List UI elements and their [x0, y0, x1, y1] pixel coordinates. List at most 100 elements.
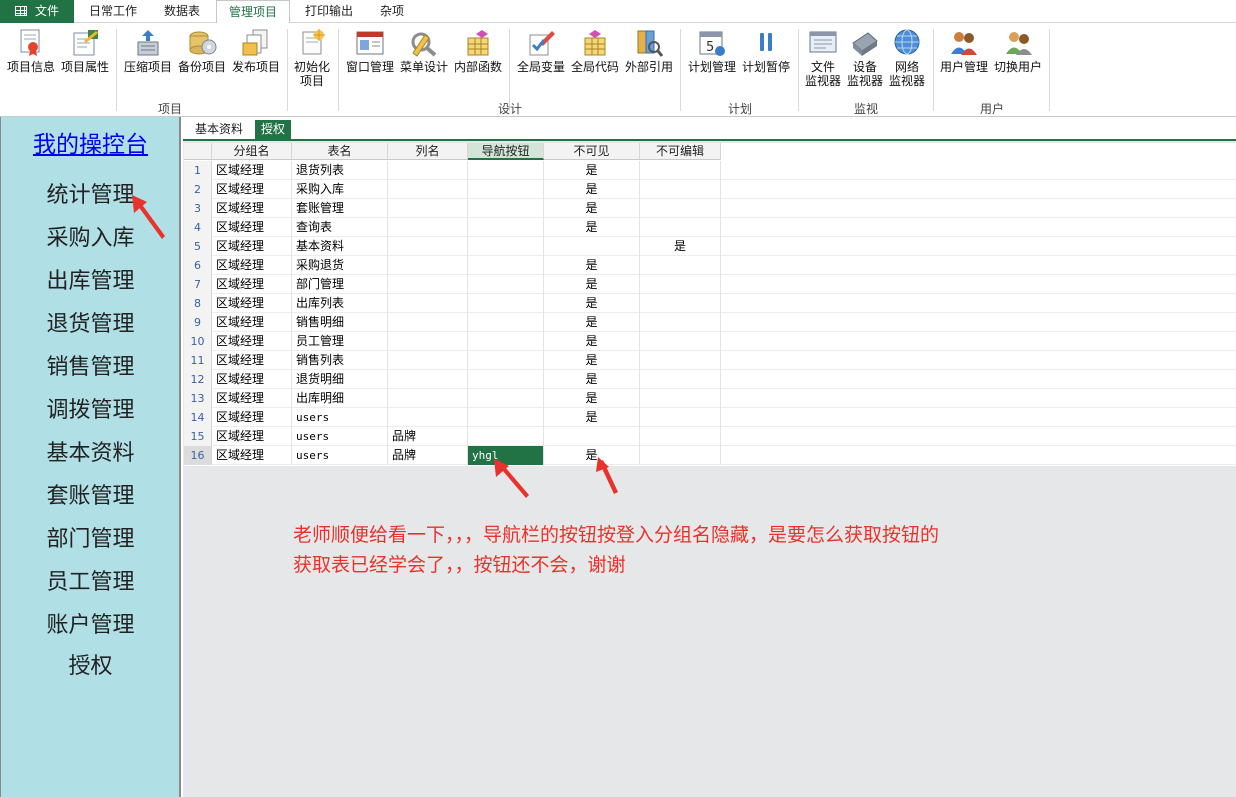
column-header-column[interactable]: 列名 — [388, 143, 468, 160]
project-props-button[interactable]: 项目属性 — [58, 29, 112, 74]
sidebar-item-sales[interactable]: 销售管理 — [1, 349, 180, 381]
publish-project-button[interactable]: 发布项目 — [229, 29, 283, 74]
table-cell[interactable]: 销售列表 — [292, 351, 388, 370]
readonly-cell[interactable] — [640, 389, 721, 408]
network-monitor-button[interactable]: 网络 监视器 — [886, 29, 928, 88]
hidden-cell[interactable]: 是 — [544, 161, 640, 180]
table-cell[interactable]: users — [292, 446, 388, 465]
group-cell[interactable]: 区域经理 — [212, 218, 292, 237]
table-cell[interactable]: 基本资料 — [292, 237, 388, 256]
table-cell[interactable]: 部门管理 — [292, 275, 388, 294]
readonly-cell[interactable] — [640, 408, 721, 427]
column-cell[interactable] — [388, 332, 468, 351]
nav-button-cell[interactable] — [468, 218, 544, 237]
row-number[interactable]: 11 — [184, 351, 212, 370]
row-number[interactable]: 2 — [184, 180, 212, 199]
nav-button-cell[interactable] — [468, 275, 544, 294]
file-monitor-button[interactable]: 文件 监视器 — [802, 29, 844, 88]
readonly-cell[interactable] — [640, 351, 721, 370]
sidebar-item-department[interactable]: 部门管理 — [1, 521, 180, 553]
table-row[interactable]: 12 区域经理 退货明细 是 — [184, 370, 1236, 389]
console-title-link[interactable]: 我的操控台 — [1, 125, 180, 159]
sidebar-item-employee[interactable]: 员工管理 — [1, 564, 180, 596]
row-number[interactable]: 3 — [184, 199, 212, 218]
column-header-nav-button[interactable]: 导航按钮 — [468, 143, 544, 160]
row-number[interactable]: 10 — [184, 332, 212, 351]
column-header-hidden[interactable]: 不可见 — [544, 143, 640, 160]
tab-misc[interactable]: 杂项 — [368, 0, 416, 23]
table-cell[interactable]: 套账管理 — [292, 199, 388, 218]
hidden-cell[interactable]: 是 — [544, 275, 640, 294]
project-info-button[interactable]: 项目信息 — [4, 29, 58, 74]
row-number[interactable]: 5 — [184, 237, 212, 256]
table-cell[interactable]: 出库明细 — [292, 389, 388, 408]
group-cell[interactable]: 区域经理 — [212, 332, 292, 351]
nav-button-cell[interactable] — [468, 408, 544, 427]
nav-button-cell[interactable] — [468, 237, 544, 256]
readonly-cell[interactable] — [640, 313, 721, 332]
table-row[interactable]: 11 区域经理 销售列表 是 — [184, 351, 1236, 370]
hidden-cell[interactable]: 是 — [544, 180, 640, 199]
nav-button-cell[interactable] — [468, 351, 544, 370]
table-cell[interactable]: 销售明细 — [292, 313, 388, 332]
column-cell[interactable] — [388, 275, 468, 294]
group-cell[interactable]: 区域经理 — [212, 275, 292, 294]
hidden-cell[interactable]: 是 — [544, 408, 640, 427]
hidden-cell[interactable]: 是 — [544, 199, 640, 218]
table-row[interactable]: 3 区域经理 套账管理 是 — [184, 199, 1236, 218]
backup-project-button[interactable]: 备份项目 — [175, 29, 229, 74]
sidebar-item-transfer[interactable]: 调拨管理 — [1, 392, 180, 424]
hidden-cell[interactable]: 是 — [544, 218, 640, 237]
group-cell[interactable]: 区域经理 — [212, 313, 292, 332]
menu-design-button[interactable]: 菜单设计 — [397, 29, 451, 74]
tab-basic-data[interactable]: 基本资料 — [189, 120, 249, 139]
nav-button-cell[interactable] — [468, 427, 544, 446]
table-row[interactable]: 5 区域经理 基本资料 是 — [184, 237, 1236, 256]
table-cell[interactable]: 员工管理 — [292, 332, 388, 351]
nav-button-cell[interactable] — [468, 313, 544, 332]
group-cell[interactable]: 区域经理 — [212, 180, 292, 199]
group-cell[interactable]: 区域经理 — [212, 370, 292, 389]
sidebar-item-account[interactable]: 账户管理 — [1, 607, 180, 639]
hidden-cell[interactable]: 是 — [544, 256, 640, 275]
sidebar-item-account-set[interactable]: 套账管理 — [1, 478, 180, 510]
group-cell[interactable]: 区域经理 — [212, 408, 292, 427]
table-cell[interactable]: 退货列表 — [292, 161, 388, 180]
init-project-button[interactable]: 初始化 项目 — [290, 29, 334, 88]
device-monitor-button[interactable]: 设备 监视器 — [844, 29, 886, 88]
table-row[interactable]: 4 区域经理 查询表 是 — [184, 218, 1236, 237]
table-row[interactable]: 16 区域经理 users 品牌 yhgl 是 — [184, 446, 1236, 465]
readonly-cell[interactable] — [640, 161, 721, 180]
group-cell[interactable]: 区域经理 — [212, 199, 292, 218]
tab-file[interactable]: 文件 — [0, 0, 74, 23]
column-cell[interactable] — [388, 161, 468, 180]
table-row[interactable]: 7 区域经理 部门管理 是 — [184, 275, 1236, 294]
row-number[interactable]: 7 — [184, 275, 212, 294]
column-cell[interactable] — [388, 256, 468, 275]
nav-button-cell[interactable] — [468, 294, 544, 313]
table-cell[interactable]: users — [292, 427, 388, 446]
group-cell[interactable]: 区域经理 — [212, 351, 292, 370]
column-cell[interactable] — [388, 199, 468, 218]
table-cell[interactable]: users — [292, 408, 388, 427]
group-cell[interactable]: 区域经理 — [212, 237, 292, 256]
table-cell[interactable]: 查询表 — [292, 218, 388, 237]
table-cell[interactable]: 采购退货 — [292, 256, 388, 275]
table-row[interactable]: 8 区域经理 出库列表 是 — [184, 294, 1236, 313]
column-cell[interactable]: 品牌 — [388, 427, 468, 446]
hidden-cell[interactable] — [544, 427, 640, 446]
column-header-group[interactable]: 分组名 — [212, 143, 292, 160]
row-number[interactable]: 15 — [184, 427, 212, 446]
tab-print-output[interactable]: 打印输出 — [296, 0, 362, 23]
group-cell[interactable]: 区域经理 — [212, 256, 292, 275]
tab-data-table[interactable]: 数据表 — [152, 0, 212, 23]
table-row[interactable]: 10 区域经理 员工管理 是 — [184, 332, 1236, 351]
table-cell[interactable]: 退货明细 — [292, 370, 388, 389]
table-row[interactable]: 1 区域经理 退货列表 是 — [184, 161, 1236, 180]
hidden-cell[interactable]: 是 — [544, 294, 640, 313]
table-cell[interactable]: 出库列表 — [292, 294, 388, 313]
tab-manage-project[interactable]: 管理项目 — [216, 0, 290, 24]
plan-pause-button[interactable]: 计划暂停 — [739, 29, 793, 74]
plan-manage-button[interactable]: 5 计划管理 — [685, 29, 739, 74]
readonly-cell[interactable] — [640, 427, 721, 446]
